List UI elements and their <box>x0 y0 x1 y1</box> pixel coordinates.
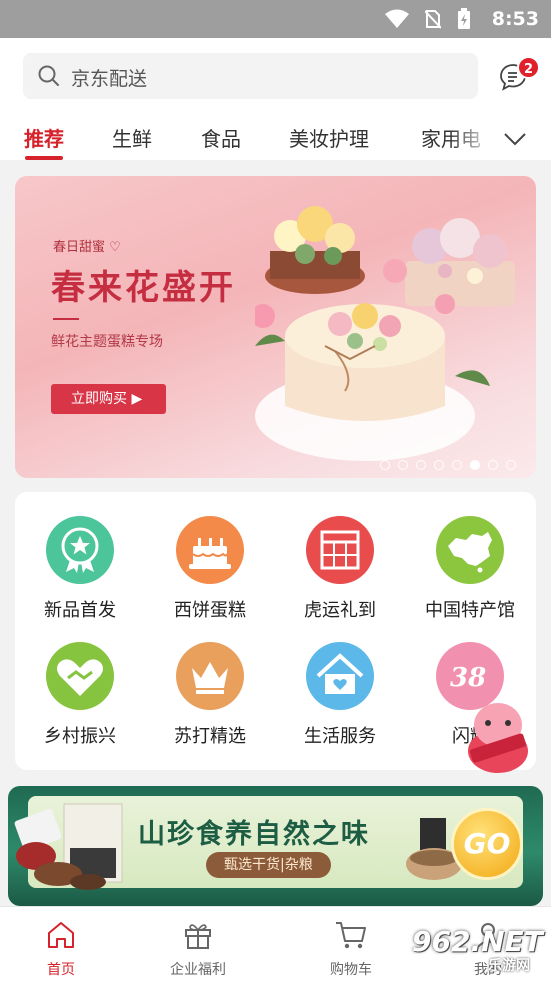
banner-subtitle: 春日甜蜜 ♡ <box>53 240 121 255</box>
watermark-sub: 乐游网 <box>488 958 530 974</box>
category-life-services[interactable]: 生活服务 <box>275 642 405 748</box>
promo-banner[interactable]: 山珍食养自然之味 甄选干货|杂粮 GO <box>8 786 543 906</box>
battery-charging-icon <box>458 8 470 29</box>
tab-fresh[interactable]: 生鲜 <box>112 123 152 152</box>
category-new-arrivals[interactable]: 新品首发 <box>15 516 145 622</box>
svg-text:38: 38 <box>450 663 486 693</box>
china-map-icon <box>436 516 504 584</box>
carousel-dots <box>380 460 516 470</box>
category-label: 生活服务 <box>304 726 376 747</box>
banner-caption: 鲜花主题蛋糕专场 <box>51 334 163 350</box>
go-button[interactable]: GO <box>451 808 523 880</box>
clock: 8:53 <box>491 8 539 30</box>
message-badge: 2 <box>517 56 540 79</box>
buy-now-button[interactable]: 立即购买 ▶ <box>51 384 166 414</box>
nav-cart[interactable]: 购物车 <box>296 919 406 979</box>
search-bar[interactable]: 京东配送 <box>23 53 478 99</box>
carousel-dot[interactable] <box>434 460 444 470</box>
category-tabs: 推荐 生鲜 食品 美妆护理 家用电 <box>0 118 551 160</box>
tab-recommend[interactable]: 推荐 <box>24 123 64 152</box>
carousel-dot[interactable] <box>506 460 516 470</box>
floating-mascot-icon[interactable] <box>466 695 530 777</box>
category-label: 乡村振兴 <box>44 726 116 747</box>
header: 京东配送 2 推荐 生鲜 食品 美妆护理 家用电 <box>0 38 551 160</box>
hero-banner[interactable]: 春日甜蜜 ♡ 春来花盛开 鲜花主题蛋糕专场 立即购买 ▶ <box>15 176 536 478</box>
dried-goods-illustration <box>14 803 123 890</box>
category-grid: 新品首发 西饼蛋糕 虎运礼到 中国特产馆 乡村振兴 苏打精选 生活服务 38 闪… <box>15 492 536 770</box>
status-icons <box>385 8 471 30</box>
category-china-specialty[interactable]: 中国特产馆 <box>405 516 535 622</box>
category-label: 苏打精选 <box>174 726 246 747</box>
crown-icon <box>176 642 244 710</box>
cart-icon <box>336 922 366 949</box>
cake-illustration <box>255 206 515 461</box>
tab-food[interactable]: 食品 <box>201 123 241 152</box>
promo-chip: 甄选干货|杂粮 <box>206 852 331 878</box>
heart-icon: ♡ <box>109 240 121 255</box>
home-icon <box>48 922 74 948</box>
handshake-heart-icon <box>46 642 114 710</box>
status-bar: 8:53 <box>0 0 551 38</box>
search-placeholder: 京东配送 <box>71 68 148 90</box>
cake-icon <box>176 516 244 584</box>
tab-fade <box>450 118 495 160</box>
category-tiger-gifts[interactable]: 虎运礼到 <box>275 516 405 622</box>
award-badge-icon <box>46 516 114 584</box>
carousel-dot[interactable] <box>452 460 462 470</box>
category-soda-select[interactable]: 苏打精选 <box>145 642 275 748</box>
tab-beauty[interactable]: 美妆护理 <box>289 123 369 152</box>
nav-label: 企业福利 <box>170 962 226 978</box>
category-label: 西饼蛋糕 <box>174 600 246 621</box>
no-sim-icon <box>425 10 441 29</box>
promo-title: 山珍食养自然之味 <box>138 819 370 850</box>
category-label: 虎运礼到 <box>304 600 376 621</box>
site-watermark: 962.NET 乐游网 <box>412 925 548 975</box>
nav-enterprise-benefits[interactable]: 企业福利 <box>143 919 253 979</box>
banner-divider <box>53 318 79 320</box>
nav-label: 首页 <box>47 962 75 978</box>
carousel-dot[interactable] <box>488 460 498 470</box>
active-tab-indicator <box>25 156 63 160</box>
nav-home[interactable]: 首页 <box>6 919 116 979</box>
watermark-main: 962.NET <box>412 925 543 958</box>
carousel-dot[interactable] <box>398 460 408 470</box>
search-icon <box>38 65 59 86</box>
nav-label: 购物车 <box>330 962 372 978</box>
carousel-dot[interactable] <box>416 460 426 470</box>
category-label: 新品首发 <box>44 600 116 621</box>
carousel-dot[interactable] <box>380 460 390 470</box>
category-rural-revival[interactable]: 乡村振兴 <box>15 642 145 748</box>
gift-box-icon <box>185 924 211 949</box>
gift-calendar-icon <box>306 516 374 584</box>
home-heart-icon <box>306 642 374 710</box>
wifi-icon <box>385 9 409 28</box>
chevron-down-icon[interactable] <box>500 124 530 154</box>
carousel-dot-active[interactable] <box>470 460 480 470</box>
category-label: 中国特产馆 <box>425 600 515 621</box>
category-cakes[interactable]: 西饼蛋糕 <box>145 516 275 622</box>
banner-headline: 春来花盛开 <box>51 268 236 308</box>
